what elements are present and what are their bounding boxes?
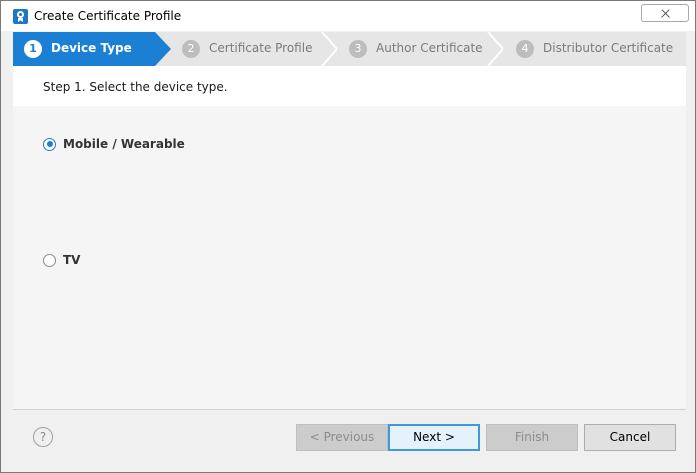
finish-button[interactable]: Finish xyxy=(486,424,578,451)
step-3-number: 3 xyxy=(349,40,367,58)
instruction-bar: Step 1. Select the device type. xyxy=(13,66,686,106)
step-3-label: Author Certificate xyxy=(376,41,483,55)
cancel-button[interactable]: Cancel xyxy=(584,424,676,451)
previous-button[interactable]: < Previous xyxy=(296,424,388,451)
step-1-label: Device Type xyxy=(51,41,132,55)
certificate-icon xyxy=(13,9,28,24)
window-title: Create Certificate Profile xyxy=(34,9,182,23)
step-4-number: 4 xyxy=(516,40,534,58)
next-button[interactable]: Next > xyxy=(388,424,480,451)
title-bar: Create Certificate Profile xyxy=(1,1,695,31)
step-instruction: Step 1. Select the device type. xyxy=(43,80,228,94)
device-option-label: TV xyxy=(63,253,81,267)
device-option-tv[interactable]: TV xyxy=(43,253,80,267)
help-icon[interactable]: ? xyxy=(33,427,53,447)
radio-button-mobile-wearable[interactable] xyxy=(43,137,56,151)
step-separator-chevron xyxy=(321,32,337,66)
step-2-label: Certificate Profile xyxy=(209,41,313,55)
device-option-label: Mobile / Wearable xyxy=(63,137,185,151)
device-type-panel: Mobile / Wearable TV xyxy=(13,106,686,410)
close-button[interactable] xyxy=(641,4,689,22)
step-separator-chevron xyxy=(487,32,503,66)
wizard-steps: 1 Device Type 2 Certificate Profile 3 Au… xyxy=(13,32,686,66)
radio-button-tv[interactable] xyxy=(43,253,56,267)
step-1-number: 1 xyxy=(24,40,42,58)
step-4-label: Distributor Certificate xyxy=(543,41,674,55)
step-2-number: 2 xyxy=(182,40,200,58)
dialog-window: Create Certificate Profile 1 Device Type… xyxy=(0,0,696,473)
device-option-mobile-wearable[interactable]: Mobile / Wearable xyxy=(43,137,185,151)
dialog-footer: ? < Previous Next > Finish Cancel xyxy=(13,411,686,464)
